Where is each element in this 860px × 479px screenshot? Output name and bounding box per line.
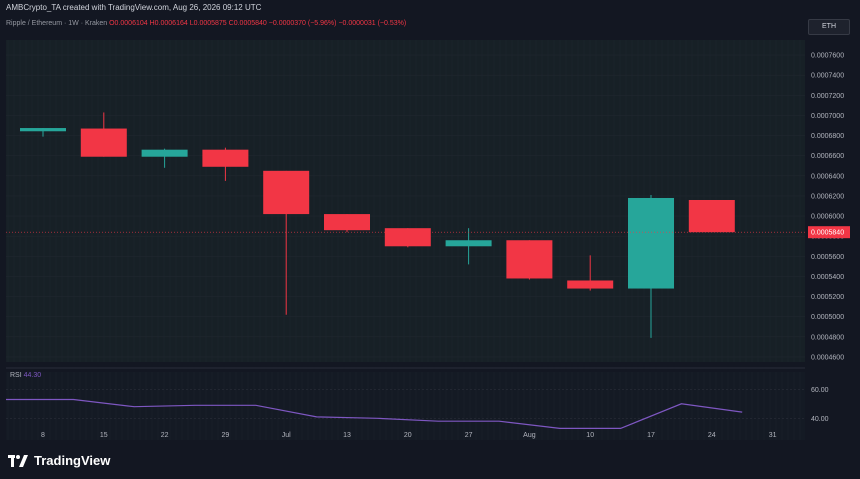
candle-9[interactable] <box>506 240 553 280</box>
date-axis-label: 27 <box>465 432 473 439</box>
price-axis-label: 0.0006600 <box>811 153 844 160</box>
price-pane[interactable] <box>6 40 805 362</box>
candle-body[interactable] <box>445 240 492 247</box>
tradingview-logo-icon <box>8 454 28 467</box>
last-price-label: 0.0005840 <box>811 230 844 237</box>
price-axis-label: 0.0005000 <box>811 314 844 321</box>
rsi-value: 44.30 <box>23 372 42 379</box>
date-axis-label: 10 <box>586 432 594 439</box>
rsi-title: RSI <box>10 372 22 379</box>
price-axis-label: 0.0004600 <box>811 354 844 361</box>
candle-body[interactable] <box>20 128 66 132</box>
candle-6[interactable] <box>324 214 370 233</box>
price-axis-label: 0.0006400 <box>811 173 844 180</box>
price-chart[interactable]: 0.0007600 0.0007400 0.0007200 0.0007000 0.00… <box>0 0 860 479</box>
date-axis-label: 22 <box>161 432 169 439</box>
date-axis-label: Aug <box>523 432 536 439</box>
price-axis-label: 0.0007600 <box>811 53 844 60</box>
price-axis-label: 0.0006800 <box>811 133 844 140</box>
candle-12[interactable] <box>688 199 735 233</box>
candle-body[interactable] <box>506 240 553 279</box>
candle-body[interactable] <box>263 170 310 215</box>
price-axis-label: 0.0005600 <box>811 254 844 261</box>
date-axis-label: 8 <box>41 432 45 439</box>
price-axis-label: 0.0005400 <box>811 274 844 281</box>
price-axis-label: 0.0005200 <box>811 294 844 301</box>
price-axis-label: 0.0007400 <box>811 73 844 80</box>
tradingview-brand: TradingView <box>34 453 111 468</box>
candle-body[interactable] <box>141 149 188 157</box>
date-axis-label: 31 <box>769 432 777 439</box>
rsi-legend: RSI 44.30 <box>10 372 41 379</box>
price-axis-label: 0.0006200 <box>811 193 844 200</box>
date-axis-label: 17 <box>647 432 655 439</box>
date-axis-label: 15 <box>100 432 108 439</box>
date-axis-label: 20 <box>404 432 412 439</box>
rsi-axis-label: 40.00 <box>811 416 829 423</box>
date-axis-label: 13 <box>343 432 351 439</box>
candle-7[interactable] <box>384 228 431 248</box>
price-axis-label: 0.0007000 <box>811 113 844 120</box>
date-axis-label: 29 <box>222 432 230 439</box>
candle-body[interactable] <box>202 149 249 167</box>
candle-body[interactable] <box>567 280 614 289</box>
price-axis-label: 0.0007200 <box>811 93 844 100</box>
candle-body[interactable] <box>80 128 127 157</box>
price-axis-label: 0.0006000 <box>811 214 844 221</box>
tradingview-logo[interactable]: TradingView <box>8 453 110 468</box>
candle-body[interactable] <box>324 214 370 231</box>
candle-body[interactable] <box>688 199 735 233</box>
rsi-axis-label: 60.00 <box>811 387 829 394</box>
candle-body[interactable] <box>384 228 431 247</box>
candle-body[interactable] <box>628 197 674 289</box>
date-axis-label: 24 <box>708 432 716 439</box>
price-axis-label: 0.0004800 <box>811 334 844 341</box>
date-axis-label: Jul <box>282 432 291 439</box>
